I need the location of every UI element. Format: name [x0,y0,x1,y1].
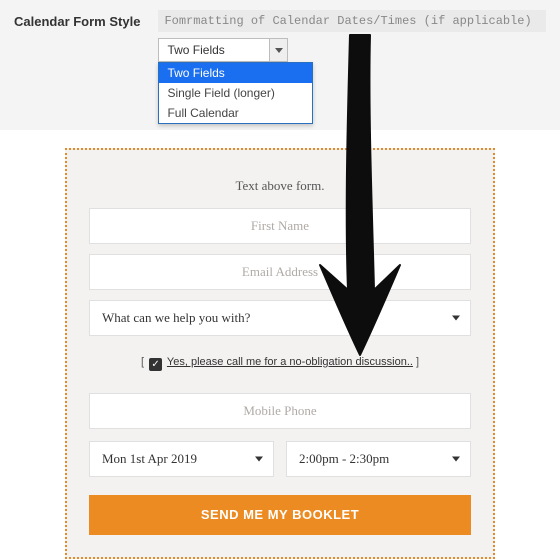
calendar-style-dropdown: Two Fields Single Field (longer) Full Ca… [158,62,313,124]
calendar-style-selected: Two Fields [167,43,224,57]
chevron-down-icon [452,316,460,321]
phone-placeholder: Mobile Phone [90,394,470,428]
form-text-above: Text above form. [89,178,471,194]
form-preview: Text above form. First Name Email Addres… [65,148,495,559]
dropdown-option[interactable]: Full Calendar [159,103,312,123]
chevron-down-icon [255,457,263,462]
help-select[interactable]: What can we help you with? [89,300,471,336]
dropdown-option[interactable]: Single Field (longer) [159,83,312,103]
first-name-field[interactable]: First Name [89,208,471,244]
date-value: Mon 1st Apr 2019 [102,451,197,467]
email-placeholder: Email Address [90,255,470,289]
calendar-style-select[interactable]: Two Fields Two Fields Single Field (long… [158,38,288,62]
chevron-down-icon [269,39,287,61]
consent-text[interactable]: Yes, please call me for a no-obligation … [167,356,413,368]
time-value: 2:00pm - 2:30pm [299,451,389,467]
submit-label: SEND ME MY BOOKLET [201,507,359,522]
time-select[interactable]: 2:00pm - 2:30pm [286,441,471,477]
date-select[interactable]: Mon 1st Apr 2019 [89,441,274,477]
phone-field[interactable]: Mobile Phone [89,393,471,429]
email-field[interactable]: Email Address [89,254,471,290]
help-select-value: What can we help you with? [102,310,250,326]
first-name-placeholder: First Name [90,209,470,243]
dropdown-option[interactable]: Two Fields [159,63,312,83]
submit-button[interactable]: SEND ME MY BOOKLET [89,495,471,535]
setting-hint: Fomrmatting of Calendar Dates/Times (if … [158,10,546,32]
consent-row: [ ✓ Yes, please call me for a no-obligat… [89,356,471,371]
settings-panel: Calendar Form Style Fomrmatting of Calen… [0,0,560,130]
consent-checkbox[interactable]: ✓ [149,358,162,371]
chevron-down-icon [452,457,460,462]
setting-label: Calendar Form Style [14,10,140,29]
